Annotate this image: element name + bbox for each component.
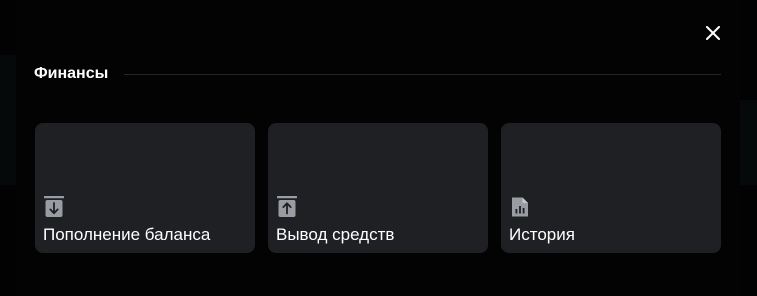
deposit-card[interactable]: Пополнение баланса: [35, 123, 255, 253]
section-header: Финансы: [34, 63, 721, 85]
deposit-label: Пополнение баланса: [43, 225, 211, 244]
section-divider: [124, 73, 721, 75]
withdraw-icon: [277, 196, 297, 217]
withdraw-card[interactable]: Вывод средств: [268, 123, 488, 253]
history-label: История: [509, 225, 575, 244]
background-decoration-left: [0, 55, 16, 185]
withdraw-label: Вывод средств: [276, 225, 395, 244]
history-card[interactable]: История: [501, 123, 721, 253]
background-decoration-right: [740, 100, 757, 185]
close-button[interactable]: [700, 20, 726, 46]
history-icon: [512, 197, 528, 217]
section-title: Финансы: [34, 65, 109, 82]
close-icon: [706, 26, 720, 40]
deposit-icon: [44, 196, 64, 217]
